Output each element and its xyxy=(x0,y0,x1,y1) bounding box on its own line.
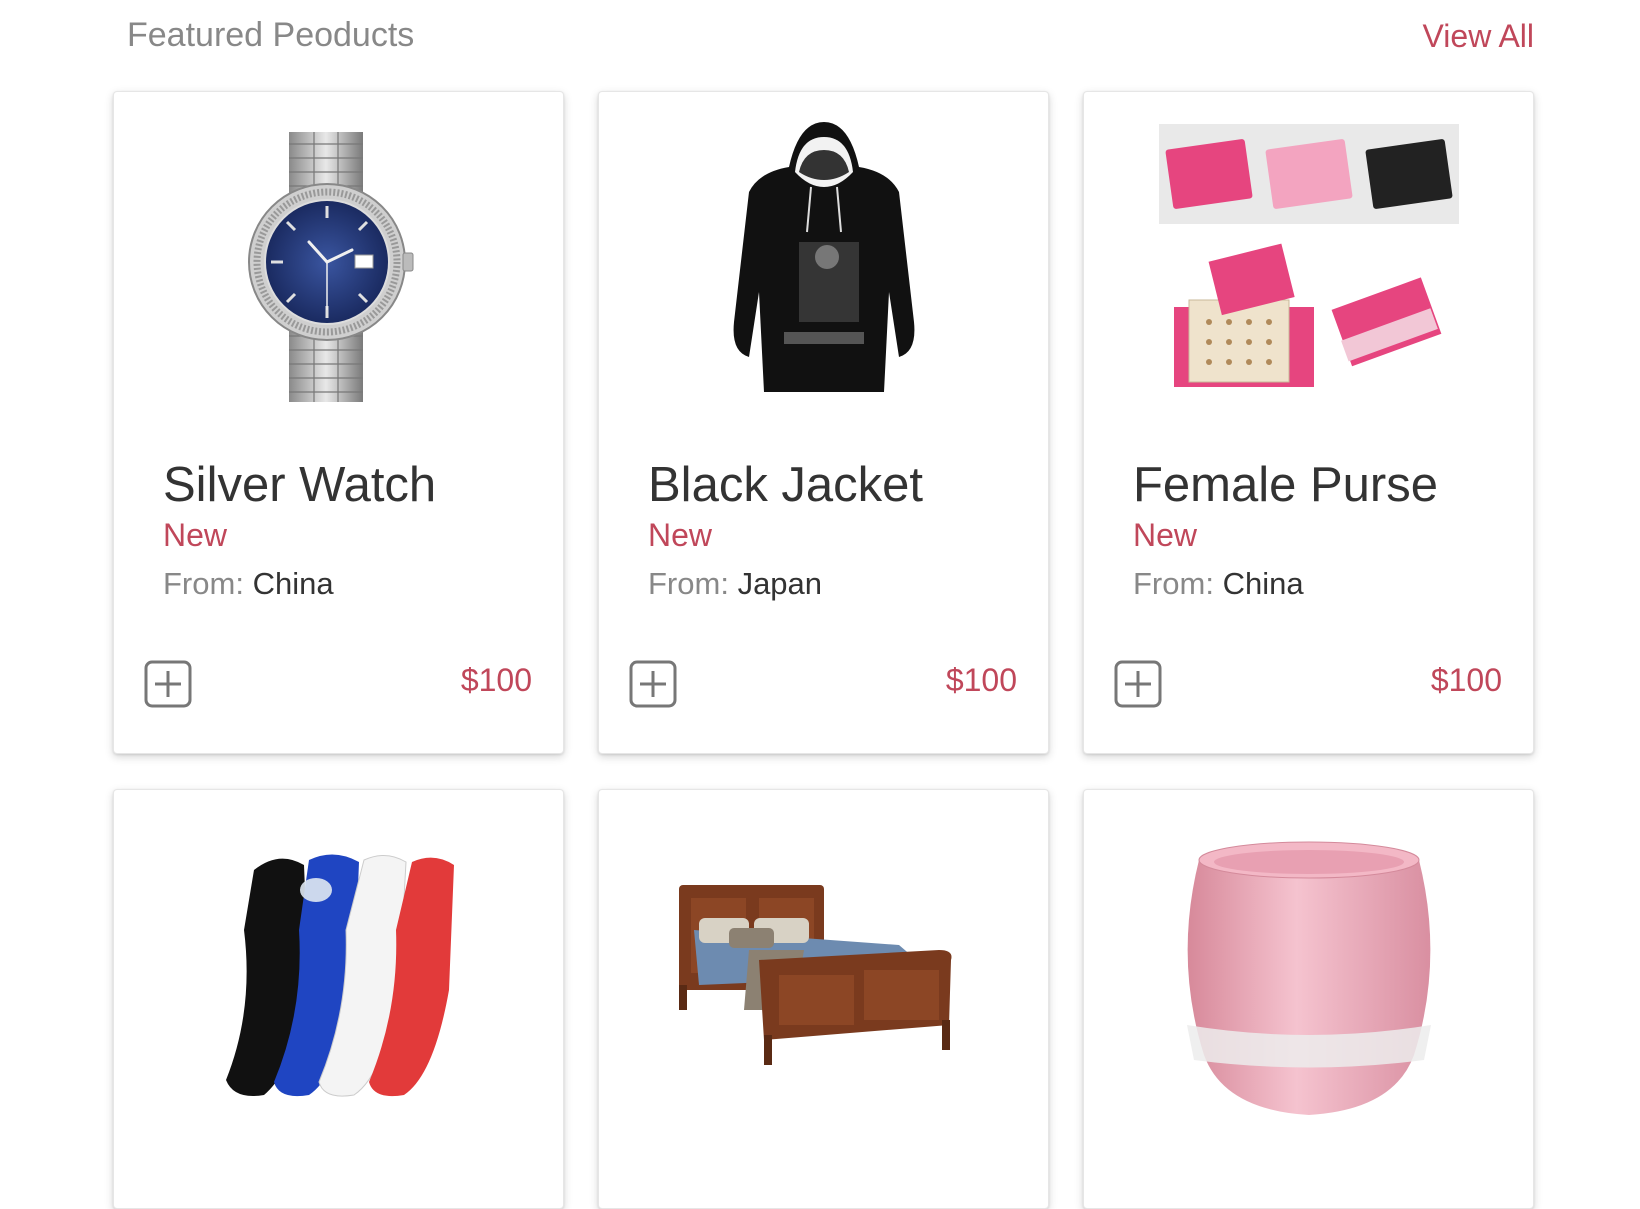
add-to-cart-button[interactable] xyxy=(144,660,192,708)
product-image[interactable] xyxy=(1084,810,1533,1140)
product-price: $100 xyxy=(460,662,532,698)
wooden-bed-image xyxy=(679,885,952,1065)
product-grid: Silver Watch New From: China $100 Black … xyxy=(113,91,1534,1209)
origin-country: China xyxy=(1222,566,1304,601)
product-image[interactable] xyxy=(114,810,563,1140)
product-price: $100 xyxy=(945,662,1017,698)
condition-badge: New xyxy=(163,517,228,553)
add-to-cart-button[interactable] xyxy=(629,660,677,708)
product-card[interactable] xyxy=(113,789,564,1209)
product-name[interactable]: Black Jacket xyxy=(648,457,923,513)
origin-label: From: xyxy=(648,566,729,601)
product-origin: From: China xyxy=(1133,566,1304,602)
product-image[interactable] xyxy=(599,810,1048,1140)
pink-jewelry-case-image xyxy=(1159,124,1459,387)
product-card[interactable]: Black Jacket New From: Japan $100 xyxy=(598,91,1049,754)
view-all-link[interactable]: View All xyxy=(1423,18,1534,55)
silver-watch-image xyxy=(248,132,414,402)
condition-badge: New xyxy=(1133,517,1198,553)
knee-pads-image xyxy=(226,854,454,1097)
condition-badge: New xyxy=(648,517,713,553)
section-title: Featured Peoducts xyxy=(127,16,415,54)
product-image[interactable] xyxy=(114,92,563,432)
product-card[interactable]: Female Purse New From: China $100 xyxy=(1083,91,1534,754)
pink-vase-image xyxy=(1187,841,1431,1115)
plus-square-icon xyxy=(144,660,192,708)
product-origin: From: China xyxy=(163,566,334,602)
product-price: $100 xyxy=(1430,662,1502,698)
product-name[interactable]: Silver Watch xyxy=(163,457,436,513)
product-card[interactable] xyxy=(598,789,1049,1209)
product-name[interactable]: Female Purse xyxy=(1133,457,1438,513)
product-origin: From: Japan xyxy=(648,566,822,602)
plus-square-icon xyxy=(629,660,677,708)
plus-square-icon xyxy=(1114,660,1162,708)
add-to-cart-button[interactable] xyxy=(1114,660,1162,708)
product-card[interactable]: Silver Watch New From: China $100 xyxy=(113,91,564,754)
black-hoodie-image xyxy=(733,122,915,392)
origin-country: China xyxy=(252,566,334,601)
product-image[interactable] xyxy=(599,92,1048,432)
product-card[interactable] xyxy=(1083,789,1534,1209)
origin-label: From: xyxy=(1133,566,1214,601)
origin-label: From: xyxy=(163,566,244,601)
origin-country: Japan xyxy=(737,566,823,601)
product-image[interactable] xyxy=(1084,92,1533,432)
